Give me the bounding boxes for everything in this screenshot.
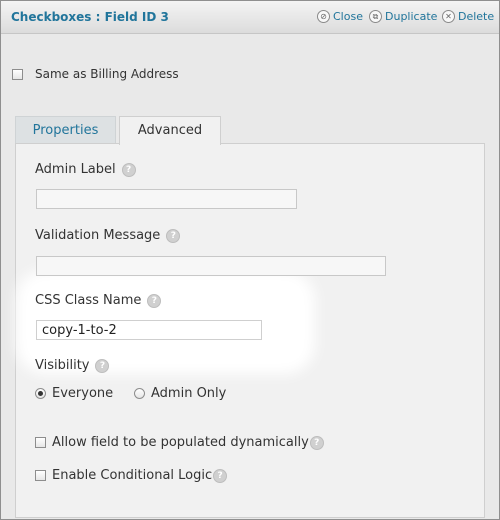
delete-label: Delete: [458, 10, 495, 23]
admin-only-radio[interactable]: [134, 388, 145, 399]
field-settings-panel: Checkboxes : Field ID 3 ⊘ Close ⧉ Duplic…: [0, 0, 500, 520]
close-icon: ⊘: [317, 10, 330, 23]
admin-label-text: Admin Label: [35, 162, 116, 177]
delete-icon: ✕: [442, 10, 455, 23]
admin-only-label: Admin Only: [151, 386, 227, 401]
allow-populate-help-icon[interactable]: ?: [309, 435, 324, 450]
visibility-help-icon[interactable]: ?: [95, 358, 110, 373]
close-button[interactable]: ⊘ Close: [317, 10, 363, 23]
validation-message-help-icon[interactable]: ?: [166, 228, 181, 243]
visibility-everyone-option[interactable]: Everyone: [35, 386, 113, 401]
tab-properties[interactable]: Properties: [15, 116, 116, 144]
duplicate-label: Duplicate: [385, 10, 438, 23]
css-class-input[interactable]: [36, 320, 262, 340]
everyone-label: Everyone: [52, 386, 114, 401]
css-class-help-icon[interactable]: ?: [147, 293, 162, 308]
css-class-text: CSS Class Name: [35, 293, 142, 308]
visibility-heading: Visibility ?: [35, 358, 110, 373]
field-header: Checkboxes : Field ID 3 ⊘ Close ⧉ Duplic…: [1, 1, 499, 34]
validation-message-heading: Validation Message ?: [35, 228, 181, 243]
delete-button[interactable]: ✕ Delete: [442, 10, 494, 23]
field-title: Checkboxes : Field ID 3: [11, 10, 169, 24]
allow-populate-option[interactable]: Allow field to be populated dynamically …: [35, 435, 324, 450]
advanced-tab-content: Admin Label ? Validation Message ? CSS C…: [15, 143, 485, 518]
css-class-heading: CSS Class Name ?: [35, 293, 162, 308]
close-label: Close: [333, 10, 363, 23]
duplicate-button[interactable]: ⧉ Duplicate: [369, 10, 437, 23]
visibility-text: Visibility: [35, 358, 90, 373]
conditional-logic-checkbox[interactable]: [35, 470, 46, 481]
admin-label-input[interactable]: [36, 189, 297, 209]
conditional-logic-option[interactable]: Enable Conditional Logic ?: [35, 468, 228, 483]
allow-populate-label: Allow field to be populated dynamically: [52, 435, 309, 450]
tab-advanced[interactable]: Advanced: [119, 116, 221, 145]
admin-label-help-icon[interactable]: ?: [121, 162, 136, 177]
allow-populate-checkbox[interactable]: [35, 437, 46, 448]
admin-label-heading: Admin Label ?: [35, 162, 136, 177]
visibility-admin-only-option[interactable]: Admin Only: [134, 386, 226, 401]
same-as-billing-checkbox[interactable]: [12, 68, 23, 80]
conditional-logic-label: Enable Conditional Logic: [52, 468, 213, 483]
conditional-logic-help-icon[interactable]: ?: [213, 468, 228, 483]
same-as-billing-option[interactable]: Same as Billing Address: [12, 67, 179, 81]
everyone-radio[interactable]: [35, 388, 46, 399]
validation-message-input[interactable]: [36, 256, 386, 276]
validation-message-text: Validation Message: [35, 228, 161, 243]
same-as-billing-label: Same as Billing Address: [35, 67, 179, 81]
duplicate-icon: ⧉: [369, 10, 382, 23]
